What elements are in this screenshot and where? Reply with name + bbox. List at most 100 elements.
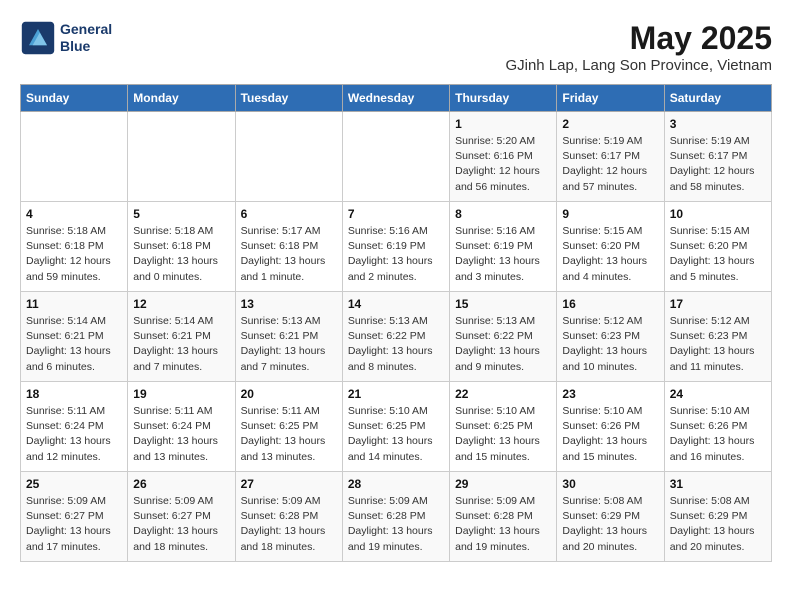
calendar-cell: 31 Sunrise: 5:08 AMSunset: 6:29 PMDayligh… <box>664 472 771 562</box>
calendar-week-row: 11 Sunrise: 5:14 AMSunset: 6:21 PMDayligh… <box>21 292 772 382</box>
weekday-header-row: SundayMondayTuesdayWednesdayThursdayFrid… <box>21 85 772 112</box>
day-info: Sunrise: 5:15 AMSunset: 6:20 PMDaylight:… <box>670 224 766 285</box>
day-number: 28 <box>348 477 444 491</box>
calendar-table: SundayMondayTuesdayWednesdayThursdayFrid… <box>20 84 772 562</box>
calendar-cell: 17Sunrise: 5:12 AMSunset: 6:23 PMDayligh… <box>664 292 771 382</box>
calendar-cell: 12 Sunrise: 5:14 AMSunset: 6:21 PMDayligh… <box>128 292 235 382</box>
calendar-cell: 3 Sunrise: 5:19 AMSunset: 6:17 PMDaylight… <box>664 112 771 202</box>
day-number: 23 <box>562 387 658 401</box>
day-number: 8 <box>455 207 551 221</box>
day-info: Sunrise: 5:20 AMSunset: 6:16 PMDaylight:… <box>455 134 551 195</box>
weekday-header: Friday <box>557 85 664 112</box>
calendar-cell: 16 Sunrise: 5:12 AMSunset: 6:23 PMDayligh… <box>557 292 664 382</box>
day-number: 9 <box>562 207 658 221</box>
day-info: Sunrise: 5:12 AMSunset: 6:23 PMDaylight:… <box>562 314 658 375</box>
weekday-header: Wednesday <box>342 85 449 112</box>
calendar-cell <box>235 112 342 202</box>
day-info: Sunrise: 5:13 AMSunset: 6:22 PMDaylight:… <box>348 314 444 375</box>
calendar-cell <box>21 112 128 202</box>
day-info: Sunrise: 5:11 AMSunset: 6:24 PMDaylight:… <box>26 404 122 465</box>
day-number: 4 <box>26 207 122 221</box>
calendar-cell: 26 Sunrise: 5:09 AMSunset: 6:27 PMDayligh… <box>128 472 235 562</box>
day-number: 29 <box>455 477 551 491</box>
day-number: 19 <box>133 387 229 401</box>
day-info: Sunrise: 5:11 AMSunset: 6:24 PMDaylight:… <box>133 404 229 465</box>
day-number: 21 <box>348 387 444 401</box>
main-title: May 2025 <box>505 20 772 57</box>
calendar-cell: 21 Sunrise: 5:10 AMSunset: 6:25 PMDayligh… <box>342 382 449 472</box>
calendar-cell: 19 Sunrise: 5:11 AMSunset: 6:24 PMDayligh… <box>128 382 235 472</box>
calendar-cell: 1Sunrise: 5:20 AMSunset: 6:16 PMDaylight… <box>450 112 557 202</box>
day-info: Sunrise: 5:09 AMSunset: 6:28 PMDaylight:… <box>241 494 337 555</box>
calendar-week-row: 1Sunrise: 5:20 AMSunset: 6:16 PMDaylight… <box>21 112 772 202</box>
day-number: 15 <box>455 297 551 311</box>
day-info: Sunrise: 5:10 AMSunset: 6:25 PMDaylight:… <box>348 404 444 465</box>
calendar-week-row: 25Sunrise: 5:09 AMSunset: 6:27 PMDayligh… <box>21 472 772 562</box>
day-number: 26 <box>133 477 229 491</box>
day-info: Sunrise: 5:09 AMSunset: 6:28 PMDaylight:… <box>455 494 551 555</box>
calendar-cell: 28 Sunrise: 5:09 AMSunset: 6:28 PMDayligh… <box>342 472 449 562</box>
day-info: Sunrise: 5:10 AMSunset: 6:26 PMDaylight:… <box>670 404 766 465</box>
calendar-cell: 6Sunrise: 5:17 AMSunset: 6:18 PMDaylight… <box>235 202 342 292</box>
day-number: 22 <box>455 387 551 401</box>
day-number: 24 <box>670 387 766 401</box>
calendar-cell: 15Sunrise: 5:13 AMSunset: 6:22 PMDayligh… <box>450 292 557 382</box>
day-number: 11 <box>26 297 122 311</box>
calendar-cell: 30 Sunrise: 5:08 AMSunset: 6:29 PMDayligh… <box>557 472 664 562</box>
day-info: Sunrise: 5:18 AMSunset: 6:18 PMDaylight:… <box>133 224 229 285</box>
calendar-cell: 14 Sunrise: 5:13 AMSunset: 6:22 PMDayligh… <box>342 292 449 382</box>
calendar-cell: 11 Sunrise: 5:14 AMSunset: 6:21 PMDayligh… <box>21 292 128 382</box>
day-number: 12 <box>133 297 229 311</box>
title-block: May 2025 GJinh Lap, Lang Son Province, V… <box>505 20 772 74</box>
calendar-cell: 7 Sunrise: 5:16 AMSunset: 6:19 PMDaylight… <box>342 202 449 292</box>
day-info: Sunrise: 5:08 AMSunset: 6:29 PMDaylight:… <box>562 494 658 555</box>
day-number: 14 <box>348 297 444 311</box>
logo-line2: Blue <box>60 38 112 55</box>
calendar-cell: 18 Sunrise: 5:11 AMSunset: 6:24 PMDayligh… <box>21 382 128 472</box>
day-info: Sunrise: 5:12 AMSunset: 6:23 PMDaylight:… <box>670 314 766 375</box>
day-number: 27 <box>241 477 337 491</box>
day-number: 31 <box>670 477 766 491</box>
day-info: Sunrise: 5:17 AMSunset: 6:18 PMDaylight:… <box>241 224 337 285</box>
calendar-cell: 25Sunrise: 5:09 AMSunset: 6:27 PMDayligh… <box>21 472 128 562</box>
day-info: Sunrise: 5:11 AMSunset: 6:25 PMDaylight:… <box>241 404 337 465</box>
calendar-cell <box>128 112 235 202</box>
calendar-cell: 29 Sunrise: 5:09 AMSunset: 6:28 PMDayligh… <box>450 472 557 562</box>
day-number: 16 <box>562 297 658 311</box>
weekday-header: Tuesday <box>235 85 342 112</box>
logo-line1: General <box>60 21 112 38</box>
page-header: General Blue May 2025 GJinh Lap, Lang So… <box>20 20 772 74</box>
weekday-header: Saturday <box>664 85 771 112</box>
day-info: Sunrise: 5:09 AMSunset: 6:28 PMDaylight:… <box>348 494 444 555</box>
day-info: Sunrise: 5:14 AMSunset: 6:21 PMDaylight:… <box>26 314 122 375</box>
calendar-cell: 4 Sunrise: 5:18 AMSunset: 6:18 PMDaylight… <box>21 202 128 292</box>
day-number: 2 <box>562 117 658 131</box>
day-number: 7 <box>348 207 444 221</box>
calendar-cell: 23Sunrise: 5:10 AMSunset: 6:26 PMDayligh… <box>557 382 664 472</box>
day-info: Sunrise: 5:08 AMSunset: 6:29 PMDaylight:… <box>670 494 766 555</box>
logo: General Blue <box>20 20 112 56</box>
day-number: 3 <box>670 117 766 131</box>
weekday-header: Sunday <box>21 85 128 112</box>
day-number: 5 <box>133 207 229 221</box>
day-info: Sunrise: 5:16 AMSunset: 6:19 PMDaylight:… <box>455 224 551 285</box>
day-info: Sunrise: 5:14 AMSunset: 6:21 PMDaylight:… <box>133 314 229 375</box>
day-info: Sunrise: 5:16 AMSunset: 6:19 PMDaylight:… <box>348 224 444 285</box>
day-info: Sunrise: 5:19 AMSunset: 6:17 PMDaylight:… <box>670 134 766 195</box>
calendar-week-row: 18 Sunrise: 5:11 AMSunset: 6:24 PMDayligh… <box>21 382 772 472</box>
day-info: Sunrise: 5:18 AMSunset: 6:18 PMDaylight:… <box>26 224 122 285</box>
calendar-cell: 5 Sunrise: 5:18 AMSunset: 6:18 PMDaylight… <box>128 202 235 292</box>
calendar-cell: 22 Sunrise: 5:10 AMSunset: 6:25 PMDayligh… <box>450 382 557 472</box>
calendar-cell: 20Sunrise: 5:11 AMSunset: 6:25 PMDayligh… <box>235 382 342 472</box>
calendar-cell: 9Sunrise: 5:15 AMSunset: 6:20 PMDaylight… <box>557 202 664 292</box>
day-info: Sunrise: 5:09 AMSunset: 6:27 PMDaylight:… <box>133 494 229 555</box>
day-number: 18 <box>26 387 122 401</box>
calendar-cell: 27 Sunrise: 5:09 AMSunset: 6:28 PMDayligh… <box>235 472 342 562</box>
calendar-cell: 24 Sunrise: 5:10 AMSunset: 6:26 PMDayligh… <box>664 382 771 472</box>
day-number: 30 <box>562 477 658 491</box>
weekday-header: Monday <box>128 85 235 112</box>
calendar-week-row: 4 Sunrise: 5:18 AMSunset: 6:18 PMDaylight… <box>21 202 772 292</box>
subtitle: GJinh Lap, Lang Son Province, Vietnam <box>505 57 772 74</box>
day-info: Sunrise: 5:10 AMSunset: 6:25 PMDaylight:… <box>455 404 551 465</box>
calendar-cell: 10Sunrise: 5:15 AMSunset: 6:20 PMDayligh… <box>664 202 771 292</box>
